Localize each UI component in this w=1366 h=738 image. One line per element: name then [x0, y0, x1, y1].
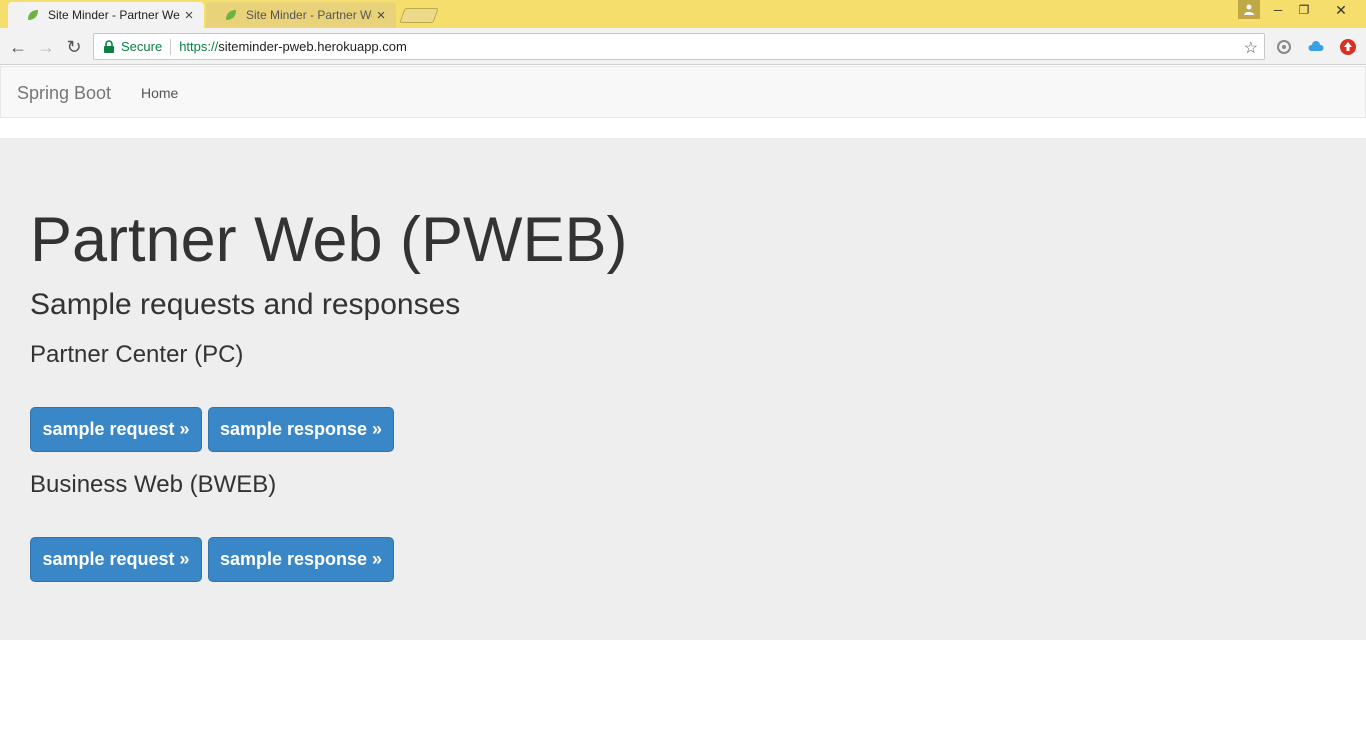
- spring-leaf-icon: [226, 10, 236, 20]
- lock-icon: [104, 40, 114, 53]
- profile-icon[interactable]: [1238, 0, 1260, 19]
- url-host: siteminder-pweb.herokuapp.com: [218, 39, 407, 54]
- tab-site-minder-inactive[interactable]: Site Minder - Partner We ×: [206, 2, 396, 28]
- extension-gear-icon[interactable]: [1275, 38, 1293, 56]
- pc-sample-response-button[interactable]: sample response »: [208, 407, 394, 452]
- tab-site-minder-active[interactable]: Site Minder - Partner We ×: [8, 2, 204, 28]
- pc-sample-request-button[interactable]: sample request »: [30, 407, 202, 452]
- tab-close-icon[interactable]: ×: [180, 7, 198, 24]
- url-scheme: https://: [179, 39, 219, 54]
- section-title-bweb: Business Web (BWEB): [30, 471, 277, 498]
- bweb-sample-request-button[interactable]: sample request »: [30, 537, 202, 582]
- forward-button[interactable]: →: [36, 37, 56, 57]
- restore-button[interactable]: ❐: [1291, 0, 1317, 20]
- address-separator: [170, 38, 172, 55]
- jumbotron: Partner Web (PWEB) Sample requests and r…: [0, 138, 1366, 640]
- section-title-pc: Partner Center (PC): [30, 341, 244, 368]
- page-title: Partner Web (PWEB): [30, 205, 628, 275]
- tab-title: Site Minder - Partner We: [48, 8, 180, 22]
- navbar-brand[interactable]: Spring Boot: [17, 83, 111, 104]
- nav-home-link[interactable]: Home: [141, 85, 178, 101]
- bweb-sample-response-button[interactable]: sample response »: [208, 537, 394, 582]
- spring-leaf-icon: [28, 10, 38, 20]
- back-button[interactable]: ←: [8, 37, 28, 57]
- extension-upload-icon[interactable]: [1339, 38, 1357, 56]
- minimize-button[interactable]: ─: [1265, 0, 1291, 20]
- close-window-button[interactable]: ✕: [1328, 0, 1354, 20]
- extension-cloud-icon[interactable]: [1307, 38, 1325, 56]
- bookmark-star-icon[interactable]: ☆: [1244, 38, 1258, 58]
- tab-close-icon[interactable]: ×: [372, 7, 390, 24]
- address-bar[interactable]: Secure https:// siteminder-pweb.herokuap…: [93, 33, 1265, 60]
- browser-toolbar: ← → ↻ Secure https:// siteminder-pweb.he…: [0, 28, 1366, 65]
- tab-title: Site Minder - Partner We: [246, 8, 372, 22]
- site-navbar: Spring Boot Home: [0, 66, 1366, 118]
- page-subtitle: Sample requests and responses: [30, 288, 461, 321]
- window-title-bar: Site Minder - Partner We × Site Minder -…: [0, 0, 1366, 28]
- secure-label: Secure: [121, 39, 163, 54]
- reload-button[interactable]: ↻: [64, 37, 84, 57]
- new-tab-button[interactable]: [399, 8, 439, 23]
